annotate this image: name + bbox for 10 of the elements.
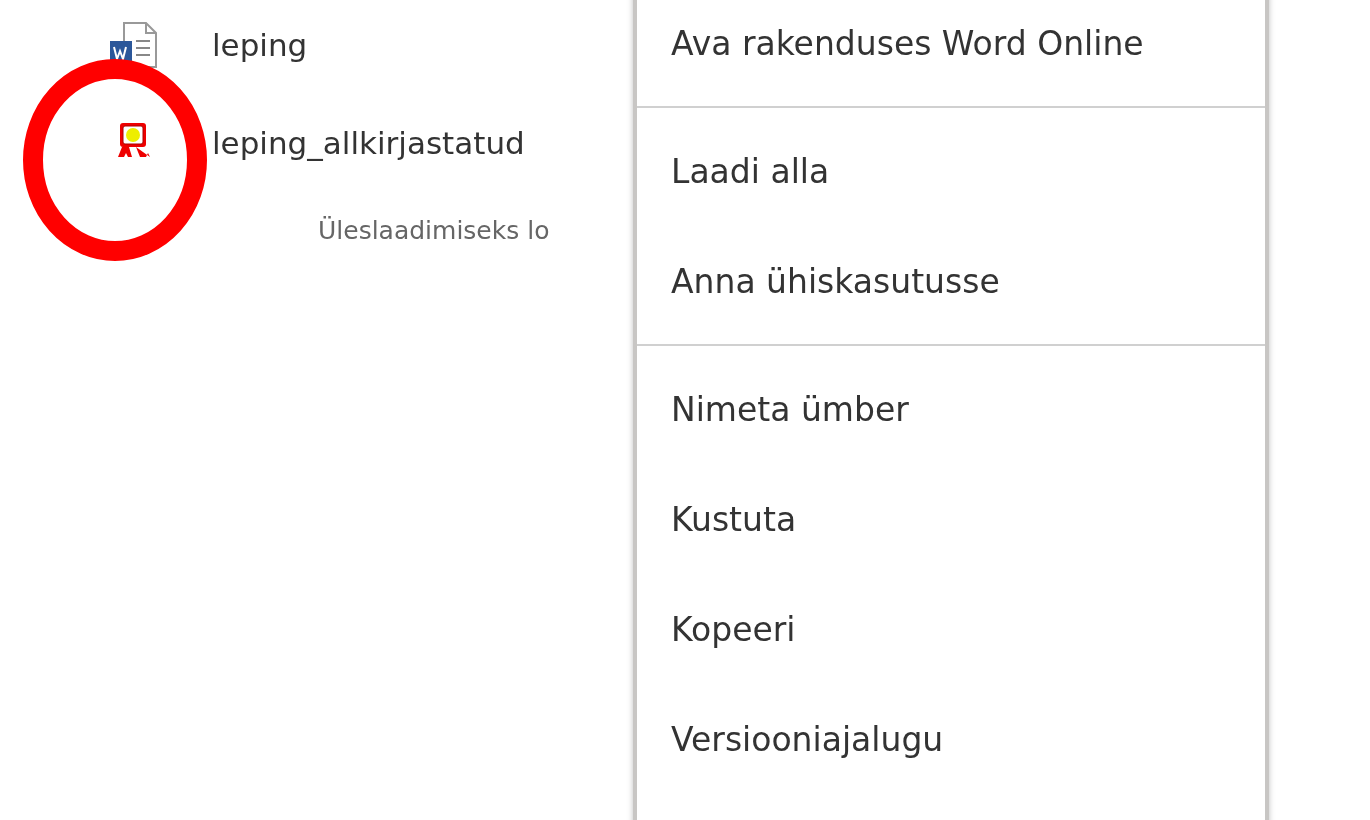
menu-item[interactable]: Versiooniajalugu: [637, 684, 1265, 794]
menu-item[interactable]: Kustuta: [637, 464, 1265, 574]
file-name[interactable]: leping_allkirjastatud: [212, 125, 525, 161]
menu-item[interactable]: Nimeta ümber: [637, 354, 1265, 464]
menu-item[interactable]: Ava rakenduses Word Online: [637, 0, 1265, 98]
menu-item[interactable]: Kopeeri: [637, 574, 1265, 684]
menu-item[interactable]: Anna ühiskasutusse: [637, 226, 1265, 336]
menu-item[interactable]: Laadi alla: [637, 116, 1265, 226]
upload-hint: Üleslaadimiseks lo: [317, 215, 551, 245]
file-name[interactable]: leping: [212, 27, 308, 63]
